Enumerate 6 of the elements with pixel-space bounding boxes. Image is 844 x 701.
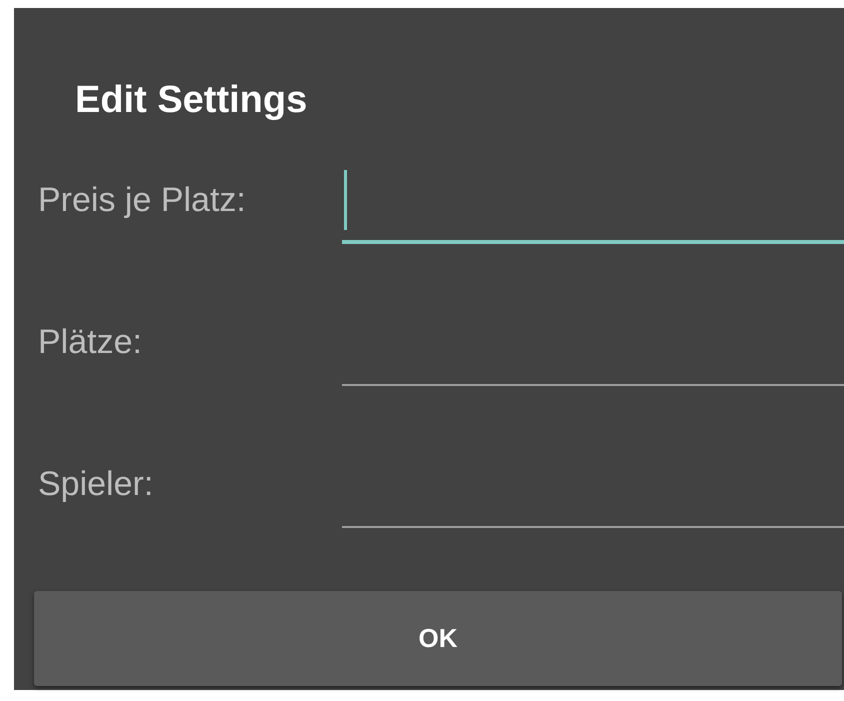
field-label: Preis je Platz: (38, 180, 247, 220)
field-label: Plätze: (38, 322, 143, 362)
text-cursor (344, 170, 347, 230)
dialog-title: Edit Settings (74, 78, 308, 122)
ok-button[interactable]: OK (34, 591, 842, 686)
field-label: Spieler: (38, 464, 154, 504)
